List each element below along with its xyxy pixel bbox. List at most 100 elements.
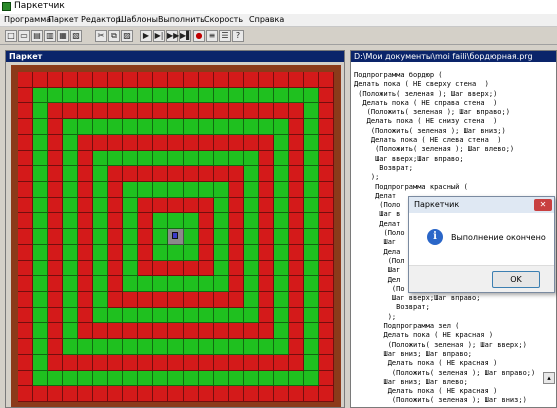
board-cell: [228, 72, 244, 88]
board-cell: [78, 197, 94, 214]
board-cell: [258, 292, 274, 308]
board-cell: [18, 292, 34, 308]
step-icon[interactable]: ▶|: [153, 30, 165, 42]
scroll-arrow-icon[interactable]: ▴: [543, 372, 555, 384]
code-line: Делать пока ( НЕ красная ): [354, 359, 498, 368]
board-cell: [138, 87, 154, 104]
board-cell: [123, 276, 139, 292]
help-icon[interactable]: ?: [232, 30, 244, 42]
menu-speed[interactable]: Скорость: [204, 15, 243, 24]
open-file-icon[interactable]: ▤: [31, 30, 43, 42]
board-cell: [108, 244, 124, 261]
board-cell: [63, 339, 79, 355]
board-cell: [138, 197, 154, 214]
board-cell: [123, 244, 139, 261]
board-cell: [63, 260, 79, 277]
board-cell: [48, 354, 64, 371]
board-cell: [258, 166, 274, 182]
board-cell: [48, 370, 64, 387]
code-line: Подпрограмма зел (: [354, 322, 460, 331]
board-cell: [168, 244, 184, 261]
board-cell: [243, 244, 259, 261]
board-cell: [198, 386, 214, 402]
board-cell: [258, 386, 274, 402]
board-cell: [288, 292, 304, 308]
board-cell: [153, 150, 169, 167]
code-line: Подпрограмма бордюр (: [354, 71, 443, 79]
close-icon[interactable]: ✕: [534, 199, 552, 211]
board-cell: [303, 229, 319, 245]
save-as-icon[interactable]: ▦: [57, 30, 69, 42]
board-cell: [108, 213, 124, 230]
code-line: Делать пока ( НЕ красная ): [354, 331, 494, 340]
menu-editor[interactable]: Редактор: [81, 15, 121, 24]
board-cell: [168, 134, 184, 151]
code-line: (Положить( зеленая ); Шаг вправо;): [354, 368, 536, 377]
board-cell: [48, 197, 64, 214]
board-cell: [168, 229, 184, 245]
board-cell: [63, 72, 79, 88]
board-cell: [243, 166, 259, 182]
board-cell: [153, 103, 169, 120]
board-cell: [93, 307, 109, 324]
template-list-icon[interactable]: ☰: [219, 30, 231, 42]
board-cell: [63, 244, 79, 261]
board-cell: [153, 229, 169, 245]
board-cell: [63, 182, 79, 198]
board-cell: [198, 244, 214, 261]
menu-parket[interactable]: Паркет: [48, 15, 78, 24]
ok-button[interactable]: OK: [492, 271, 540, 288]
board-cell: [288, 323, 304, 340]
board-cell: [318, 197, 334, 214]
board-cell: [123, 370, 139, 387]
fast-forward-icon[interactable]: ▶▶: [166, 30, 179, 42]
template-icon[interactable]: ≡: [206, 30, 218, 42]
board-cell: [138, 339, 154, 355]
save-icon[interactable]: ▥: [44, 30, 56, 42]
board-cell: [153, 87, 169, 104]
board-cell: [303, 166, 319, 182]
board-cell: [138, 213, 154, 230]
menu-help[interactable]: Справка: [249, 15, 284, 24]
board-cell: [108, 119, 124, 135]
board-cell: [183, 213, 199, 230]
cut-icon[interactable]: ✂: [95, 30, 107, 42]
board-cell: [303, 197, 319, 214]
board-cell: [78, 213, 94, 230]
board-cell: [213, 182, 229, 198]
board-cell: [288, 370, 304, 387]
menu-templates[interactable]: Шаблоны: [118, 15, 158, 24]
board-cell: [93, 150, 109, 167]
end-icon[interactable]: ▶▌: [179, 30, 192, 42]
board-cell: [213, 386, 229, 402]
board-cell: [273, 307, 289, 324]
new-icon[interactable]: □: [5, 30, 17, 42]
board-cell: [108, 197, 124, 214]
board-cell: [168, 386, 184, 402]
copy-icon[interactable]: ⧉: [108, 30, 120, 42]
run-icon[interactable]: ▶: [140, 30, 152, 42]
stop-icon[interactable]: ●: [193, 30, 205, 42]
board-cell: [168, 307, 184, 324]
open-icon[interactable]: ▭: [18, 30, 30, 42]
board-cell: [168, 150, 184, 167]
board-cell: [48, 134, 64, 151]
board-cell: [93, 72, 109, 88]
print-icon[interactable]: ▧: [70, 30, 82, 42]
board-cell: [63, 370, 79, 387]
parket-board[interactable]: [11, 65, 341, 407]
board-cell: [243, 292, 259, 308]
board-cell: [153, 182, 169, 198]
code-line: (Положить( зеленая ); Шаг вверх;): [354, 89, 498, 98]
board-cell: [213, 339, 229, 355]
board-cell: [273, 386, 289, 402]
board-cell: [168, 213, 184, 230]
board-cell: [168, 182, 184, 198]
paste-icon[interactable]: ▨: [121, 30, 133, 42]
board-cell: [78, 276, 94, 292]
board-cell: [168, 72, 184, 88]
menu-run[interactable]: Выполнить: [158, 15, 205, 24]
board-cell: [228, 370, 244, 387]
menu-program[interactable]: Программа: [4, 15, 51, 24]
board-cell: [123, 150, 139, 167]
